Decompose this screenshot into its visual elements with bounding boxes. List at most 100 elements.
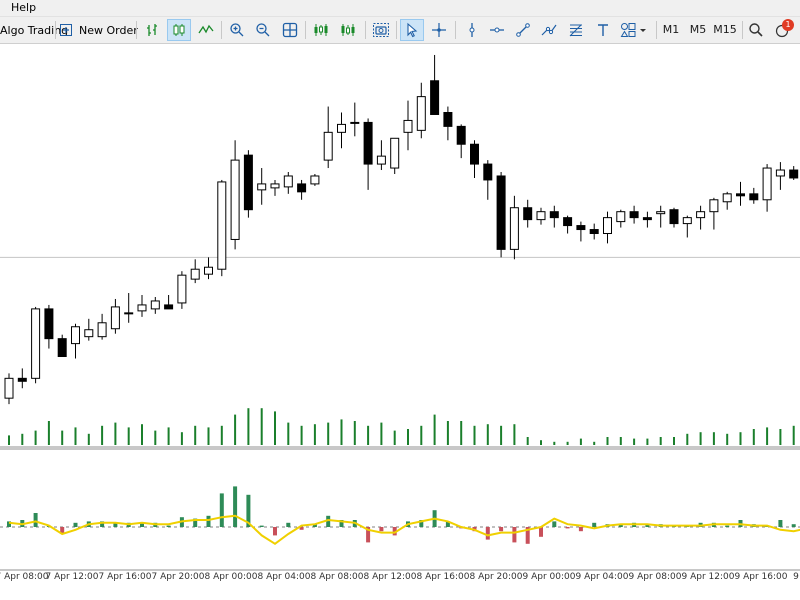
bear-candle (443, 111, 453, 127)
bar-chart-icon (144, 22, 160, 38)
line-chart-button[interactable] (195, 19, 217, 41)
bear-candle (669, 209, 679, 225)
bear-candle (430, 80, 440, 115)
histogram-bar (206, 515, 211, 527)
histogram-bar (233, 486, 238, 527)
bull-candle (230, 159, 240, 240)
bull-candle (257, 183, 267, 191)
histogram-bar (166, 525, 171, 527)
separator (136, 21, 137, 39)
zoom-out-button[interactable] (252, 19, 274, 41)
bull-candle (31, 308, 41, 379)
bull-candle (270, 183, 280, 189)
histogram-bar (259, 525, 264, 527)
camera-icon (372, 22, 390, 38)
plus-icon (59, 23, 73, 37)
bear-candle (496, 175, 506, 250)
search-button[interactable] (745, 19, 767, 41)
toolbar: Algo Trading New Order M1 M5 M15 1 (0, 17, 800, 44)
separator (305, 21, 306, 39)
auto-scroll-button[interactable] (337, 19, 359, 41)
bull-candle (124, 312, 134, 315)
bull-candle (709, 199, 719, 213)
bear-candle (164, 304, 174, 310)
grid-icon (282, 22, 298, 38)
timeframe-m15[interactable]: M15 (712, 19, 738, 41)
histogram-bar (791, 524, 796, 527)
notification-badge: 1 (782, 19, 794, 31)
line-chart-icon (198, 22, 214, 38)
vertical-line-button[interactable] (461, 19, 483, 41)
bull-candle (4, 377, 14, 399)
time-axis-label: 8 Apr 00:00 (205, 572, 258, 582)
shapes-menu-button[interactable] (618, 19, 650, 41)
bull-candle (217, 181, 227, 270)
separator (396, 21, 397, 39)
separator (365, 21, 366, 39)
bull-candle (509, 207, 519, 250)
signal-line (8, 514, 800, 546)
search-icon (748, 22, 764, 38)
zoom-out-icon (255, 22, 271, 38)
histogram-bar (499, 527, 504, 532)
bull-candle (682, 217, 692, 225)
bear-candle (44, 308, 54, 340)
candlestick-chart-button[interactable] (167, 19, 191, 41)
bull-candle (283, 175, 293, 188)
trendline-button[interactable] (512, 19, 534, 41)
bull-candle (350, 121, 360, 124)
bear-candle (483, 163, 493, 181)
separator (455, 21, 456, 39)
zoom-in-button[interactable] (226, 19, 248, 41)
algo-trading-button[interactable]: Algo Trading (0, 19, 68, 41)
screenshot-button[interactable] (370, 19, 392, 41)
fibonacci-button[interactable] (565, 19, 587, 41)
horizontal-line-button[interactable] (486, 19, 508, 41)
histogram-bar (725, 525, 730, 527)
bear-candle (57, 338, 67, 358)
timeframe-m5[interactable]: M5 (686, 19, 710, 41)
histogram-bar (512, 527, 517, 543)
bull-candle (190, 268, 200, 280)
tile-windows-button[interactable] (279, 19, 301, 41)
histogram-bar (379, 527, 384, 532)
price-chart[interactable]: 7 Apr 08:007 Apr 12:00 7 Apr 16:00 7 Apr 2… (0, 43, 800, 600)
timeframe-m1[interactable]: M1 (660, 19, 682, 41)
shapes-icon (620, 22, 648, 38)
bull-candle (390, 137, 400, 169)
bear-candle (297, 183, 307, 193)
zoom-in-icon (229, 22, 245, 38)
bull-candle (71, 326, 80, 345)
bull-candle (204, 266, 213, 275)
time-axis-label: 8 Apr 04:00 (258, 572, 311, 582)
text-tool-button[interactable] (592, 19, 614, 41)
histogram-bar (219, 493, 224, 527)
vertical-line-icon (464, 22, 480, 38)
new-order-button[interactable]: New Order (59, 19, 138, 41)
menu-help[interactable]: Help (11, 1, 36, 14)
crosshair-button[interactable] (428, 19, 450, 41)
separator (742, 21, 743, 39)
time-axis-label: 8 Apr 16:00 (417, 572, 470, 582)
candlestick-icon (171, 22, 187, 38)
horizontal-line-icon (489, 22, 505, 38)
time-axis-label: 9 (793, 572, 799, 582)
channel-button[interactable] (538, 19, 560, 41)
fibonacci-icon (568, 22, 584, 38)
chart-shift-button[interactable] (310, 19, 332, 41)
time-axis-label: 8 Apr 12:00 (364, 572, 417, 582)
time-axis-label: 9 Apr 16:00 (735, 572, 788, 582)
bear-candle (456, 125, 466, 145)
bar-chart-button[interactable] (141, 19, 163, 41)
cursor-icon (404, 22, 420, 38)
time-axis-label: 7 Apr 16:00 (99, 572, 152, 582)
bear-candle (629, 211, 639, 219)
cursor-tool-button[interactable] (400, 19, 424, 41)
histogram-bar (578, 527, 583, 532)
algo-trading-label: Algo Trading (0, 23, 69, 37)
crosshair-icon (431, 22, 447, 38)
bull-candle (616, 211, 626, 223)
bull-candle (656, 211, 666, 215)
bull-candle (84, 329, 94, 338)
bear-candle (736, 193, 745, 197)
